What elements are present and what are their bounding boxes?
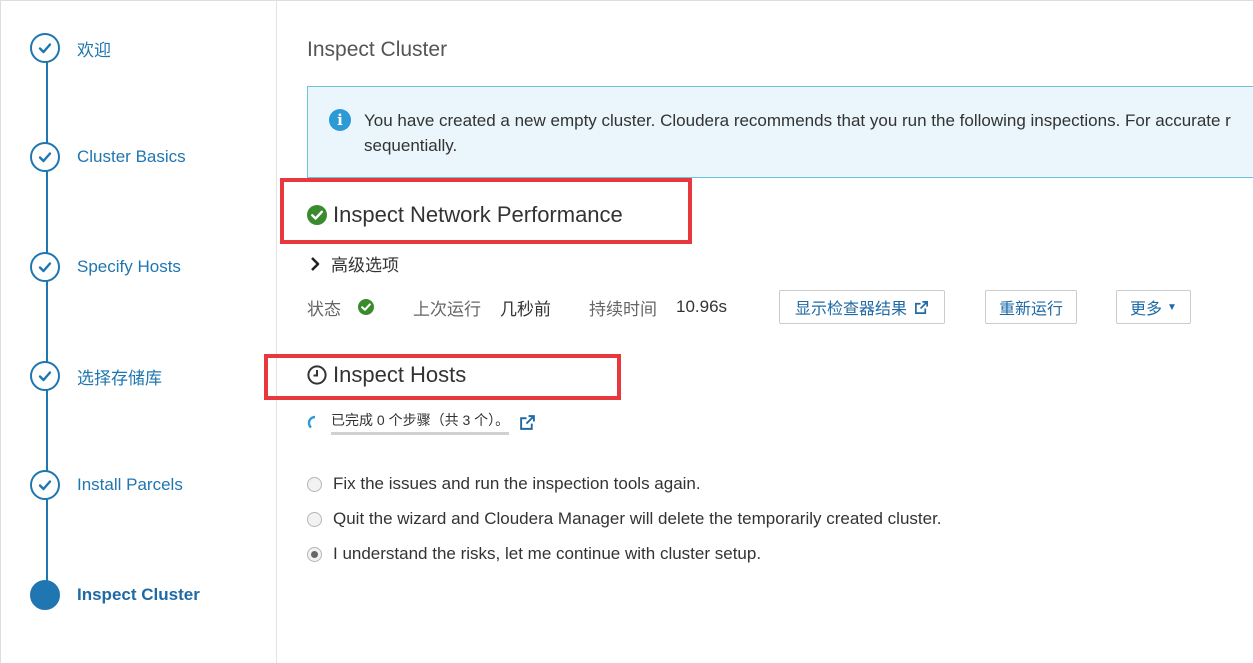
radio-button[interactable] <box>307 476 322 492</box>
advanced-options-label: 高级选项 <box>331 256 399 275</box>
option-continue-setup[interactable]: I understand the risks, let me continue … <box>307 544 761 564</box>
main-content: Inspect Cluster i You have created a new… <box>264 0 1253 663</box>
show-inspector-results-button[interactable]: 显示检查器结果 <box>779 290 945 324</box>
step-label: Install Parcels <box>77 475 183 494</box>
wizard-step-install-parcels[interactable]: Install Parcels <box>30 468 183 502</box>
current-step-dot-icon <box>30 580 60 610</box>
success-check-icon <box>307 205 327 225</box>
option-fix-issues[interactable]: Fix the issues and run the inspection to… <box>307 474 701 494</box>
check-icon <box>30 33 60 63</box>
radio-button[interactable] <box>307 511 322 527</box>
wizard-step-welcome[interactable]: 欢迎 <box>30 31 111 65</box>
status-label: 状态 <box>307 299 341 319</box>
spinner-icon <box>307 415 316 428</box>
check-icon <box>30 470 60 500</box>
check-icon <box>30 252 60 282</box>
status-success-icon <box>358 299 374 315</box>
radio-button-selected[interactable] <box>307 546 322 562</box>
more-dropdown-button[interactable]: 更多 ▼ <box>1116 290 1191 324</box>
wizard-step-specify-hosts[interactable]: Specify Hosts <box>30 250 181 284</box>
hosts-progress-text: 已完成 0 个步骤（共 3 个）。 <box>331 410 510 435</box>
step-connector-line <box>46 48 48 593</box>
network-status-row: 状态 上次运行 几秒前 持续时间 10.96s <box>307 290 727 324</box>
info-text: You have created a new empty cluster. Cl… <box>364 111 1231 155</box>
option-quit-wizard[interactable]: Quit the wizard and Cloudera Manager wil… <box>307 509 942 529</box>
hosts-progress-row: 已完成 0 个步骤（共 3 个）。 <box>307 410 536 435</box>
step-label: Inspect Cluster <box>77 585 200 604</box>
advanced-options-toggle[interactable]: 高级选项 <box>307 251 399 276</box>
wizard-sidebar: 欢迎 Cluster Basics Specify Hosts 选择存储库 In… <box>0 0 277 663</box>
rerun-button[interactable]: 重新运行 <box>985 290 1077 324</box>
wizard-step-inspect-cluster[interactable]: Inspect Cluster <box>30 578 200 612</box>
duration-value: 10.96s <box>676 297 728 316</box>
info-icon: i <box>329 109 351 131</box>
duration-label: 持续时间 <box>589 299 657 319</box>
check-icon <box>30 142 60 172</box>
wizard-step-cluster-basics[interactable]: Cluster Basics <box>30 140 186 174</box>
external-link-icon[interactable] <box>519 414 536 431</box>
hosts-section-title: Inspect Hosts <box>307 362 466 388</box>
last-run-label: 上次运行 <box>413 299 481 319</box>
external-link-icon <box>915 300 928 314</box>
check-icon <box>30 361 60 391</box>
wizard-step-select-repository[interactable]: 选择存储库 <box>30 359 162 393</box>
step-label: 选择存储库 <box>77 368 162 388</box>
caret-down-icon: ▼ <box>1167 301 1177 313</box>
chevron-right-icon <box>311 256 320 271</box>
last-run-value: 几秒前 <box>500 299 551 319</box>
network-section-title: Inspect Network Performance <box>307 202 623 228</box>
step-label: 欢迎 <box>77 40 111 60</box>
step-label: Cluster Basics <box>77 147 186 166</box>
info-alert: i You have created a new empty cluster. … <box>307 86 1253 178</box>
page-title: Inspect Cluster <box>307 38 448 61</box>
clock-icon <box>307 365 327 385</box>
step-label: Specify Hosts <box>77 257 181 276</box>
